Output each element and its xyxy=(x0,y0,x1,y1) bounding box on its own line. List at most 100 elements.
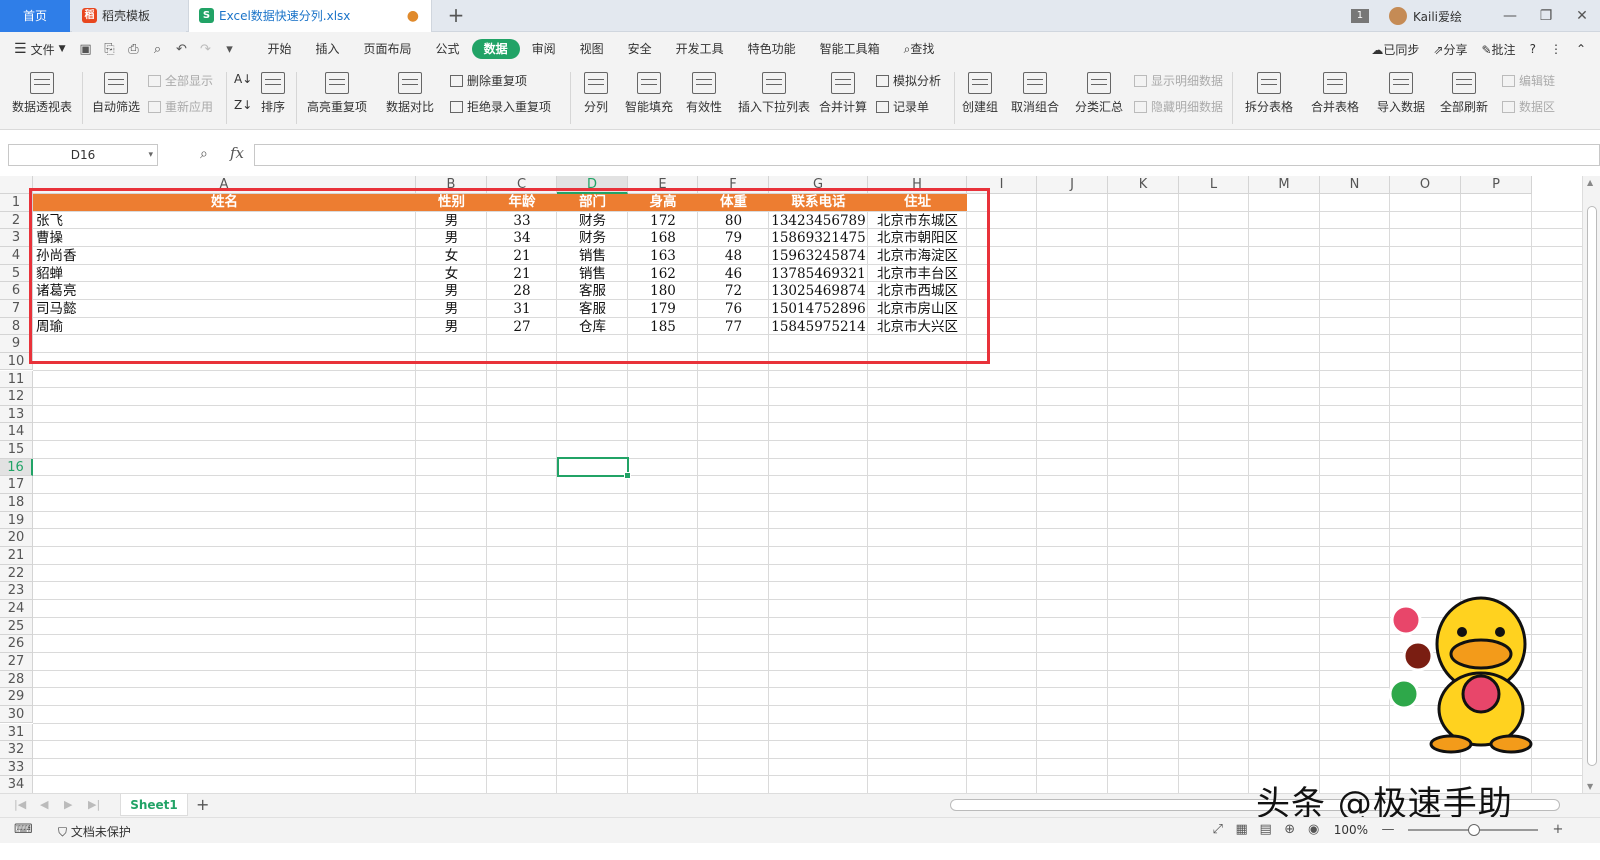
row-header-5[interactable]: 5 xyxy=(0,264,33,283)
table-cell[interactable]: 48 xyxy=(698,247,769,265)
tab-view[interactable]: 视图 xyxy=(568,39,616,59)
share-button[interactable]: ⇗分享 xyxy=(1433,41,1467,58)
table-cell[interactable]: 15869321475 xyxy=(769,229,868,247)
row-header-27[interactable]: 27 xyxy=(0,652,33,671)
column-header-l[interactable]: L xyxy=(1179,176,1249,194)
table-cell[interactable]: 北京市大兴区 xyxy=(868,318,967,336)
macro-icon[interactable]: ⌨ xyxy=(14,822,33,837)
tab-security[interactable]: 安全 xyxy=(616,39,664,59)
table-header-cell[interactable]: 住址 xyxy=(868,194,967,211)
zoom-slider[interactable] xyxy=(1408,823,1538,836)
zoom-slider-knob[interactable] xyxy=(1468,823,1480,836)
merge-table-button[interactable]: 合并表格 xyxy=(1306,70,1364,126)
what-if-button[interactable]: 模拟分析 xyxy=(876,72,941,89)
insert-function-icon[interactable]: fx xyxy=(230,144,244,162)
remove-duplicates-button[interactable]: 删除重复项 xyxy=(450,72,527,89)
table-cell[interactable]: 张飞 xyxy=(33,212,416,230)
table-cell[interactable]: 销售 xyxy=(557,265,628,283)
column-header-j[interactable]: J xyxy=(1037,176,1108,194)
column-header-n[interactable]: N xyxy=(1320,176,1390,194)
help-icon[interactable]: ? xyxy=(1530,42,1536,56)
table-cell[interactable]: 28 xyxy=(487,282,557,300)
edit-link-button[interactable]: 编辑链 xyxy=(1502,72,1555,89)
undo-icon[interactable]: ↶ xyxy=(170,42,194,57)
data-compare-button[interactable]: 数据对比 xyxy=(380,70,440,126)
table-cell[interactable]: 76 xyxy=(698,300,769,318)
table-cell[interactable]: 21 xyxy=(487,247,557,265)
create-group-button[interactable]: 创建组 xyxy=(960,70,1000,126)
row-header-28[interactable]: 28 xyxy=(0,670,33,689)
column-header-o[interactable]: O xyxy=(1390,176,1461,194)
table-cell[interactable]: 男 xyxy=(416,282,487,300)
row-header-10[interactable]: 10 xyxy=(0,352,33,371)
close-icon[interactable]: ✕ xyxy=(1564,8,1600,24)
row-header-16[interactable]: 16 xyxy=(0,458,33,477)
row-header-33[interactable]: 33 xyxy=(0,758,33,777)
row-header-8[interactable]: 8 xyxy=(0,317,33,336)
column-header-f[interactable]: F xyxy=(698,176,769,194)
table-cell[interactable]: 34 xyxy=(487,229,557,247)
tab-file[interactable]: S Excel数据快速分列.xlsx ● xyxy=(188,0,432,32)
table-cell[interactable]: 13423456789 xyxy=(769,212,868,230)
column-header-g[interactable]: G xyxy=(769,176,868,194)
column-header-b[interactable]: B xyxy=(416,176,487,194)
zoom-in-icon[interactable]: + xyxy=(1546,822,1570,837)
column-header-i[interactable]: I xyxy=(967,176,1037,194)
table-cell[interactable]: 172 xyxy=(628,212,698,230)
row-header-7[interactable]: 7 xyxy=(0,299,33,318)
user-name[interactable]: Kaili爱绘 xyxy=(1413,8,1462,25)
row-header-34[interactable]: 34 xyxy=(0,776,33,793)
table-cell[interactable]: 貂蝉 xyxy=(33,265,416,283)
reject-duplicates-button[interactable]: 拒绝录入重复项 xyxy=(450,98,551,115)
table-cell[interactable]: 客服 xyxy=(557,282,628,300)
column-header-d[interactable]: D xyxy=(557,176,628,194)
table-cell[interactable]: 客服 xyxy=(557,300,628,318)
table-cell[interactable]: 31 xyxy=(487,300,557,318)
record-form-button[interactable]: 记录单 xyxy=(876,98,929,115)
select-all-corner[interactable] xyxy=(0,176,33,194)
tab-smart-toolbox[interactable]: 智能工具箱 xyxy=(808,39,892,59)
row-header-3[interactable]: 3 xyxy=(0,229,33,247)
table-cell[interactable]: 13785469321 xyxy=(769,265,868,283)
table-cell[interactable]: 168 xyxy=(628,229,698,247)
table-cell[interactable]: 周瑜 xyxy=(33,318,416,336)
fullscreen-icon[interactable]: ⤢ xyxy=(1206,822,1230,837)
table-header-cell[interactable]: 年龄 xyxy=(487,194,557,211)
sort-desc-icon[interactable]: Z↓ xyxy=(234,98,252,112)
scroll-down-icon[interactable]: ▼ xyxy=(1587,782,1593,791)
table-header-cell[interactable]: 部门 xyxy=(557,194,628,211)
table-cell[interactable]: 80 xyxy=(698,212,769,230)
table-cell[interactable]: 13025469874 xyxy=(769,282,868,300)
table-cell[interactable]: 179 xyxy=(628,300,698,318)
table-cell[interactable]: 孙尚香 xyxy=(33,247,416,265)
row-header-11[interactable]: 11 xyxy=(0,370,33,389)
table-cell[interactable]: 男 xyxy=(416,318,487,336)
table-cell[interactable]: 财务 xyxy=(557,229,628,247)
name-box[interactable]: D16 ▾ xyxy=(8,144,158,166)
row-header-9[interactable]: 9 xyxy=(0,335,33,353)
table-header-cell[interactable]: 联系电话 xyxy=(769,194,868,211)
row-header-25[interactable]: 25 xyxy=(0,617,33,636)
export-icon[interactable]: ⎘ xyxy=(98,42,122,57)
split-column-button[interactable]: 分列 xyxy=(576,70,616,126)
table-cell[interactable]: 女 xyxy=(416,247,487,265)
column-header-p[interactable]: P xyxy=(1461,176,1532,194)
table-cell[interactable]: 北京市房山区 xyxy=(868,300,967,318)
column-header-e[interactable]: E xyxy=(628,176,698,194)
page-count-badge[interactable]: 1 xyxy=(1350,9,1369,23)
sort-asc-icon[interactable]: A↓ xyxy=(234,72,252,86)
tab-page-layout[interactable]: 页面布局 xyxy=(352,39,424,59)
row-header-18[interactable]: 18 xyxy=(0,494,33,512)
autofilter-button[interactable]: 自动筛选 xyxy=(90,70,142,126)
insert-dropdown-button[interactable]: 插入下拉列表 xyxy=(736,70,812,126)
row-header-29[interactable]: 29 xyxy=(0,688,33,706)
table-header-cell[interactable]: 性别 xyxy=(416,194,487,211)
row-header-31[interactable]: 31 xyxy=(0,723,33,742)
table-cell[interactable]: 163 xyxy=(628,247,698,265)
table-cell[interactable]: 185 xyxy=(628,318,698,336)
refresh-all-button[interactable]: 全部刷新 xyxy=(1434,70,1494,126)
last-sheet-icon[interactable]: ▶| xyxy=(88,798,100,811)
sheet-tab[interactable]: Sheet1 xyxy=(120,794,188,816)
column-header-k[interactable]: K xyxy=(1108,176,1179,194)
table-cell[interactable]: 北京市西城区 xyxy=(868,282,967,300)
